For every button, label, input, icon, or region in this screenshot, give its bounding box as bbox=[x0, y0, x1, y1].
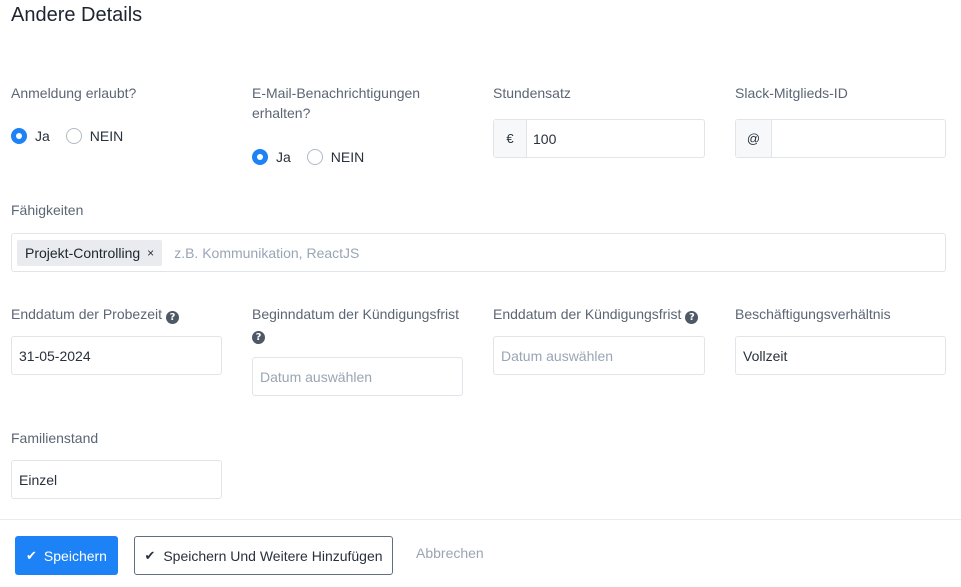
notice-start-label: Beginndatum der Kündigungsfrist? bbox=[252, 304, 467, 344]
login-allowed-label: Anmeldung erlaubt? bbox=[11, 85, 137, 101]
skill-tag-label: Projekt-Controlling bbox=[25, 244, 141, 261]
email-notifications-radio-group: Ja NEIN bbox=[252, 149, 380, 165]
email-notifications-no-label[interactable]: NEIN bbox=[331, 149, 364, 165]
notice-start-label-text: Beginndatum der Kündigungsfrist bbox=[252, 306, 460, 322]
probation-end-date-input[interactable]: 31-05-2024 bbox=[11, 336, 222, 375]
help-icon[interactable]: ? bbox=[685, 311, 699, 324]
email-notifications-no-radio[interactable] bbox=[306, 149, 323, 165]
email-notifications-yes-radio[interactable] bbox=[252, 149, 268, 165]
notice-end-label-text: Enddatum der Kündigungsfrist bbox=[493, 306, 682, 322]
email-notifications-label-line1: E-Mail-Benachrichtigungen bbox=[252, 85, 421, 101]
probation-end-label: Enddatum der Probezeit? bbox=[11, 304, 179, 324]
notice-start-date-input[interactable]: Datum auswählen bbox=[252, 357, 463, 396]
help-icon[interactable]: ? bbox=[165, 311, 179, 324]
login-allowed-yes-radio[interactable] bbox=[11, 128, 27, 144]
save-button-label: Speichern bbox=[43, 547, 107, 564]
slack-id-field[interactable]: @ bbox=[735, 119, 946, 158]
employment-type-select[interactable]: Vollzeit bbox=[735, 336, 946, 375]
marital-status-label: Familienstand bbox=[11, 430, 99, 446]
save-and-add-more-button[interactable]: ✔ Speichern Und Weitere Hinzufügen bbox=[134, 536, 393, 575]
cancel-button[interactable]: Abbrechen bbox=[416, 545, 484, 561]
help-icon[interactable]: ? bbox=[252, 331, 265, 344]
slack-id-label: Slack-Mitglieds-ID bbox=[735, 85, 848, 101]
skill-tag: Projekt-Controlling × bbox=[17, 239, 163, 266]
email-notifications-yes-label[interactable]: Ja bbox=[276, 149, 291, 165]
hourly-rate-label: Stundensatz bbox=[493, 85, 571, 101]
hourly-rate-field[interactable]: € 100 bbox=[493, 119, 705, 158]
marital-status-select[interactable]: Einzel bbox=[11, 460, 222, 499]
email-notifications-label-line2: erhalten? bbox=[252, 105, 311, 121]
save-button[interactable]: ✔ Speichern bbox=[15, 536, 118, 575]
skills-tag-input[interactable]: Projekt-Controlling × z.B. Kommunikation… bbox=[11, 233, 946, 272]
slack-id-input[interactable] bbox=[772, 120, 945, 157]
skills-input-placeholder[interactable]: z.B. Kommunikation, ReactJS bbox=[174, 245, 359, 261]
notice-end-label: Enddatum der Kündigungsfrist? bbox=[493, 304, 699, 324]
login-allowed-no-radio[interactable] bbox=[65, 128, 82, 144]
login-allowed-radio-group: Ja NEIN bbox=[11, 128, 139, 144]
euro-currency-icon: € bbox=[494, 120, 527, 157]
login-allowed-no-label[interactable]: NEIN bbox=[90, 128, 123, 144]
save-and-add-more-label: Speichern Und Weitere Hinzufügen bbox=[163, 547, 383, 564]
email-notifications-label: E-Mail-Benachrichtigungen erhalten? bbox=[252, 83, 420, 123]
page-title: Andere Details bbox=[11, 4, 143, 26]
notice-end-date-input[interactable]: Datum auswählen bbox=[493, 336, 705, 375]
at-sign-icon: @ bbox=[736, 120, 772, 157]
probation-end-label-text: Enddatum der Probezeit bbox=[11, 306, 162, 322]
employment-type-label: Beschäftigungsverhältnis bbox=[735, 306, 891, 322]
login-allowed-yes-label[interactable]: Ja bbox=[35, 128, 50, 144]
double-check-icon: ✔ bbox=[144, 547, 156, 563]
skills-label: Fähigkeiten bbox=[11, 202, 84, 218]
hourly-rate-input[interactable]: 100 bbox=[527, 120, 704, 157]
check-icon: ✔ bbox=[26, 547, 37, 563]
remove-tag-icon[interactable]: × bbox=[147, 246, 154, 260]
